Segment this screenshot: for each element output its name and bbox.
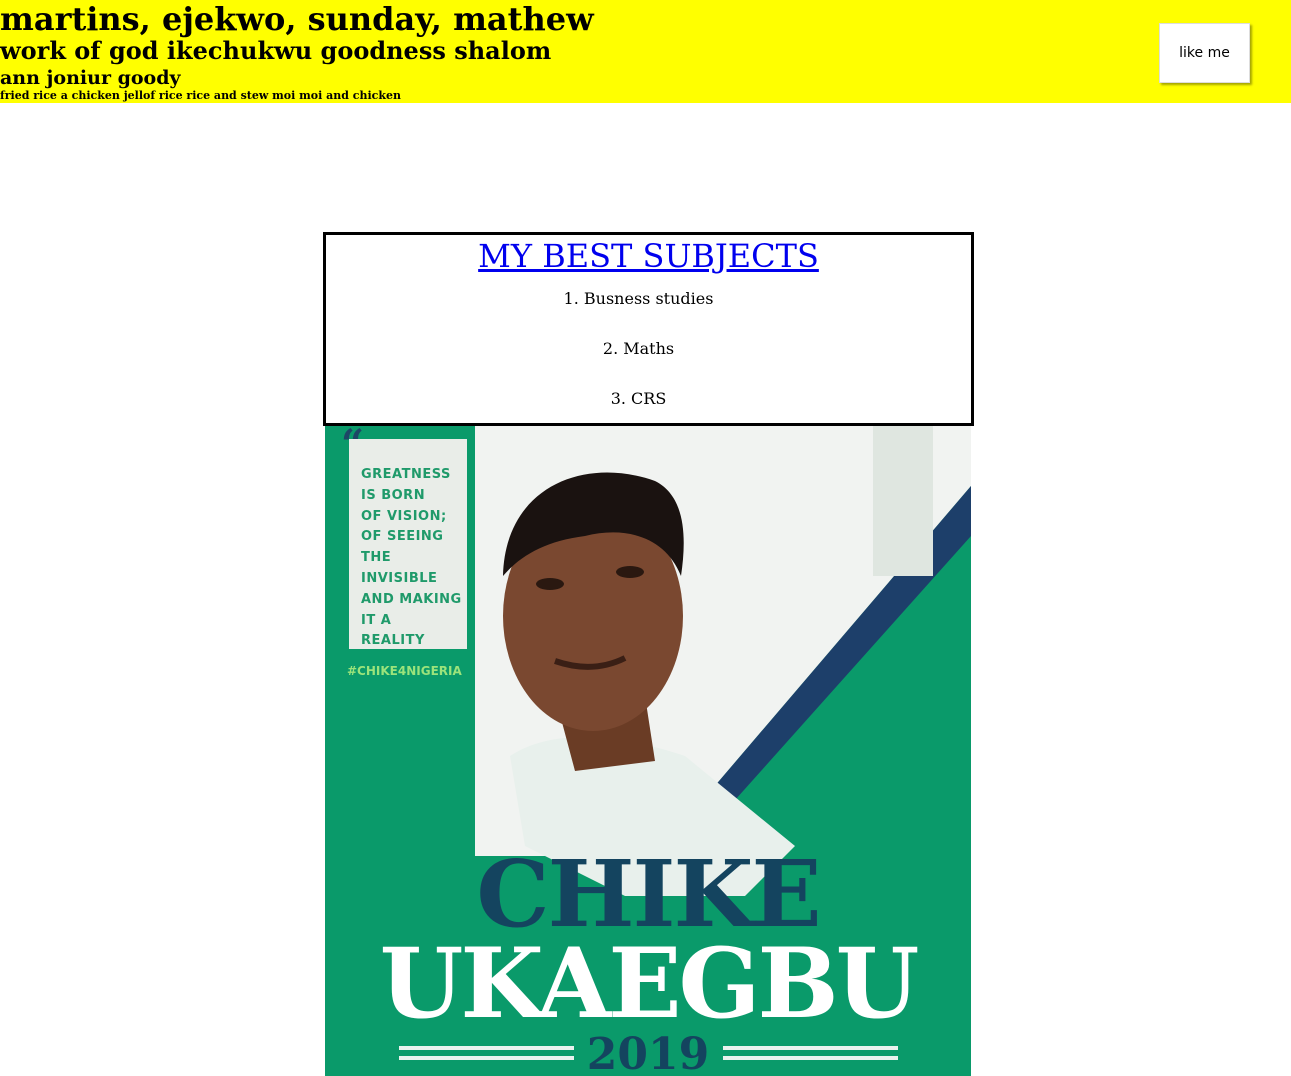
- like-button[interactable]: like me: [1159, 23, 1250, 83]
- subject-item: 2. Maths: [602, 339, 675, 358]
- subjects-box: MY BEST SUBJECTS 1. Busness studies 2. M…: [323, 232, 974, 426]
- top-banner: martins, ejekwo, sunday, mathew work of …: [0, 0, 1291, 103]
- subject-item: 1. Busness studies: [563, 289, 714, 308]
- heading-food: fried rice a chicken jellof rice rice an…: [0, 89, 401, 102]
- heading-subtitle: work of god ikechukwu goodness shalom: [0, 36, 552, 65]
- subjects-title-link[interactable]: MY BEST SUBJECTS: [326, 237, 971, 275]
- subject-item: 3. CRS: [610, 389, 667, 408]
- heading-names: martins, ejekwo, sunday, mathew: [0, 0, 594, 38]
- poster-hashtag: #CHIKE4NIGERIA: [347, 664, 462, 678]
- poster-year: 2019: [586, 1029, 710, 1076]
- poster-last-name: UKAEGBU: [379, 927, 920, 1040]
- heading-third: ann joniur goody: [0, 67, 181, 89]
- poster-quote: GREATNESS IS BORN OF VISION; OF SEEING T…: [361, 467, 462, 649]
- campaign-poster-image: “ GREATNESS IS BORN OF VISION; OF SEEING…: [325, 426, 971, 1076]
- poster-quote-box: GREATNESS IS BORN OF VISION; OF SEEING T…: [349, 439, 467, 649]
